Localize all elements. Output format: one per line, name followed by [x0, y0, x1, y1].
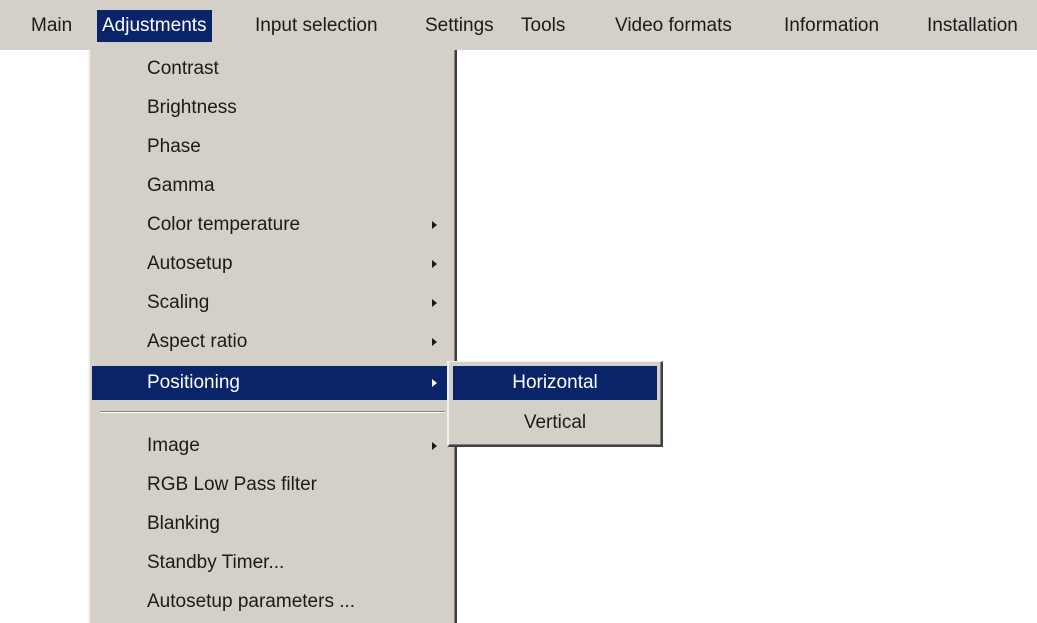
menu-installation[interactable]: Installation — [922, 10, 1023, 42]
menu-item-standby-timer[interactable]: Standby Timer... — [92, 546, 453, 580]
menu-item-label: Brightness — [147, 97, 237, 118]
menu-item-label: Contrast — [147, 58, 219, 79]
menu-item-rgb-low-pass-filter[interactable]: RGB Low Pass filter — [92, 468, 453, 502]
submenu-item-horizontal[interactable]: Horizontal — [453, 366, 657, 400]
adjustments-dropdown-menu: Contrast Brightness Phase Gamma Color te… — [88, 50, 457, 623]
menu-item-label: Positioning — [147, 372, 240, 393]
menu-item-label: Blanking — [147, 513, 220, 534]
menu-item-autosetup-parameters[interactable]: Autosetup parameters ... — [92, 585, 453, 619]
chevron-right-icon — [432, 260, 437, 268]
positioning-submenu: Horizontal Vertical — [447, 361, 663, 447]
menu-item-label: Autosetup — [147, 253, 233, 274]
menu-item-phase[interactable]: Phase — [92, 130, 453, 164]
menu-item-contrast[interactable]: Contrast — [92, 52, 453, 86]
menu-item-scaling[interactable]: Scaling — [92, 286, 453, 320]
chevron-right-icon — [432, 442, 437, 450]
menu-item-label: Autosetup parameters ... — [147, 591, 356, 612]
chevron-right-icon — [432, 299, 437, 307]
menu-bar: Main Adjustments Input selection Setting… — [0, 0, 1037, 50]
menu-item-label: Image — [147, 435, 200, 456]
menu-item-label: RGB Low Pass filter — [147, 474, 317, 495]
menu-item-brightness[interactable]: Brightness — [92, 91, 453, 125]
menu-item-label: Phase — [147, 136, 201, 157]
menu-tools[interactable]: Tools — [516, 10, 570, 42]
submenu-item-vertical[interactable]: Vertical — [453, 406, 657, 440]
menu-item-label: Scaling — [147, 292, 210, 313]
menu-video-formats[interactable]: Video formats — [610, 10, 737, 42]
menu-item-image[interactable]: Image — [92, 429, 453, 463]
menu-item-autosetup[interactable]: Autosetup — [92, 247, 453, 281]
menu-item-positioning[interactable]: Positioning — [92, 366, 453, 400]
menu-settings[interactable]: Settings — [420, 10, 499, 42]
menu-item-label: Standby Timer... — [147, 552, 285, 573]
menu-main[interactable]: Main — [26, 10, 77, 42]
chevron-right-icon — [432, 338, 437, 346]
menu-item-blanking[interactable]: Blanking — [92, 507, 453, 541]
chevron-right-icon — [432, 221, 437, 229]
menu-adjustments[interactable]: Adjustments — [97, 10, 212, 42]
menu-information[interactable]: Information — [779, 10, 884, 42]
menu-input-selection[interactable]: Input selection — [250, 10, 383, 42]
menu-item-label: Color temperature — [147, 214, 301, 235]
menu-separator — [100, 411, 445, 413]
chevron-right-icon — [432, 379, 437, 387]
menu-item-label: Aspect ratio — [147, 331, 248, 352]
screen: Main Adjustments Input selection Setting… — [0, 0, 1037, 623]
menu-item-label: Gamma — [147, 175, 215, 196]
menu-item-gamma[interactable]: Gamma — [92, 169, 453, 203]
menu-item-color-temperature[interactable]: Color temperature — [92, 208, 453, 242]
menu-item-aspect-ratio[interactable]: Aspect ratio — [92, 325, 453, 359]
